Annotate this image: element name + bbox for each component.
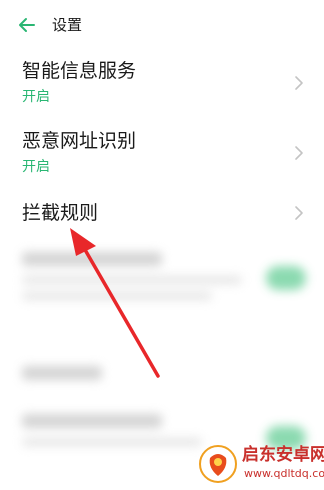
settings-item-smart-info[interactable]: 智能信息服务 开启 <box>0 56 324 112</box>
top-bar: 设置 <box>0 0 324 50</box>
back-button[interactable] <box>16 14 38 36</box>
page-title: 设置 <box>52 16 83 34</box>
item-label: 智能信息服务 <box>22 60 137 82</box>
chevron-right-icon <box>295 146 303 160</box>
settings-item-malicious-url[interactable]: 恶意网址识别 开启 <box>0 126 324 182</box>
settings-item-interception-rules[interactable]: 拦截规则 <box>0 198 324 230</box>
watermark-logo-icon <box>199 445 237 483</box>
watermark-title: 启东安卓网 <box>242 445 324 465</box>
item-label: 拦截规则 <box>22 202 99 224</box>
item-status: 开启 <box>22 159 50 175</box>
item-status: 开启 <box>22 89 50 105</box>
site-watermark: 启东安卓网 www.qdltdq.com <box>198 440 324 488</box>
chevron-right-icon <box>295 206 303 220</box>
chevron-right-icon <box>295 76 303 90</box>
arrow-left-icon <box>19 18 35 32</box>
watermark-url: www.qdltdq.com <box>244 467 324 480</box>
item-label: 恶意网址识别 <box>22 130 137 152</box>
